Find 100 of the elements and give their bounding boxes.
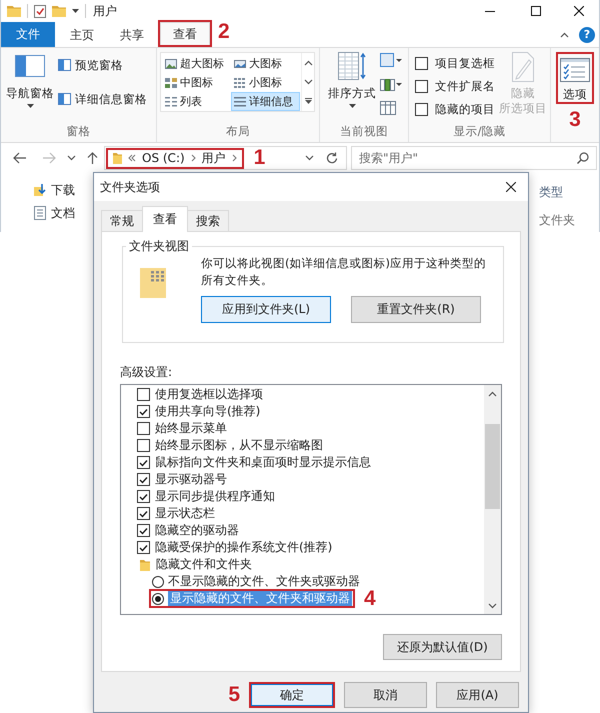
option-label[interactable]: 始终显示图标，从不显示缩略图 xyxy=(155,438,323,453)
up-chevron-icon[interactable] xyxy=(488,390,497,396)
dialog-tab[interactable]: 常规 xyxy=(101,210,143,232)
pane-icon xyxy=(15,55,45,77)
checkbox[interactable] xyxy=(415,56,428,70)
caret-icon[interactable] xyxy=(72,9,79,13)
layout-option[interactable]: 大图标 xyxy=(231,54,300,73)
double-chevron-icon[interactable] xyxy=(128,154,136,162)
caret-icon[interactable] xyxy=(348,104,356,108)
scrollbar[interactable] xyxy=(484,385,501,614)
callout-number: 3 xyxy=(569,110,581,130)
list-icon xyxy=(165,96,177,106)
up-chevron-icon[interactable] xyxy=(304,60,312,66)
left-arrow-icon[interactable] xyxy=(13,152,26,164)
option-label[interactable]: 鼠标指向文件夹和桌面项时显示提示信息 xyxy=(155,455,371,470)
group-by-icon[interactable] xyxy=(380,53,402,67)
dialog-tab[interactable]: 查看 xyxy=(142,206,188,232)
picture-icon xyxy=(234,58,246,68)
up-arrow-icon[interactable] xyxy=(87,152,98,164)
radio-button[interactable] xyxy=(152,576,164,588)
layout-option[interactable]: 详细信息 xyxy=(231,92,300,111)
checkbox[interactable] xyxy=(137,473,150,486)
column-header[interactable]: 类型 xyxy=(539,185,563,199)
options-button[interactable]: 选项 xyxy=(558,54,592,102)
checkbox[interactable] xyxy=(415,102,428,116)
down-chevron-icon[interactable] xyxy=(305,155,314,161)
caret-icon[interactable] xyxy=(26,104,34,108)
search-field[interactable]: 搜索"用户" xyxy=(351,146,597,170)
checklist-icon[interactable] xyxy=(34,4,46,18)
restore-defaults-button[interactable]: 还原为默认值(D) xyxy=(383,634,502,660)
checkbox[interactable] xyxy=(137,507,150,520)
more-icon[interactable] xyxy=(304,98,312,104)
breadcrumb-item[interactable]: OS (C:) xyxy=(142,151,185,165)
layout-option[interactable]: 小图标 xyxy=(231,73,300,92)
checkbox[interactable] xyxy=(137,541,150,554)
option-label[interactable]: 显示驱动器号 xyxy=(155,472,227,487)
help-button[interactable]: ? xyxy=(579,26,595,42)
checkbox[interactable] xyxy=(137,405,150,418)
option-label[interactable]: 隐藏受保护的操作系统文件(推荐) xyxy=(155,540,332,555)
navigation-pane-button[interactable]: 导航窗格 xyxy=(4,48,56,108)
scrollbar-thumb[interactable] xyxy=(485,424,500,509)
group-label: 隐藏文件和文件夹 xyxy=(156,557,252,572)
checkbox[interactable] xyxy=(137,388,150,401)
folder-icon xyxy=(113,152,122,164)
folder-view-button[interactable]: 重置文件夹(R) xyxy=(351,296,481,323)
close-icon[interactable] xyxy=(506,182,516,192)
option-label[interactable]: 显示同步提供程序通知 xyxy=(155,489,275,504)
page-pencil-icon xyxy=(512,52,534,82)
dialog-button[interactable]: 确定 xyxy=(251,684,333,706)
option-label[interactable]: 使用共享向导(推荐) xyxy=(155,404,260,419)
ribbon-tab[interactable]: 共享 xyxy=(109,22,155,47)
file-menu-button[interactable]: 文件 xyxy=(1,22,55,47)
checklist-window-icon xyxy=(560,58,590,82)
pane-button[interactable]: 预览窗格 xyxy=(56,56,149,74)
ribbon-tab[interactable]: 查看 xyxy=(160,22,210,45)
option-label[interactable]: 不显示隐藏的文件、文件夹或驱动器 xyxy=(168,574,360,589)
dialog-tab[interactable]: 搜索 xyxy=(187,210,229,232)
search-icon[interactable] xyxy=(577,152,589,164)
close-icon[interactable] xyxy=(574,6,584,16)
checkbox[interactable] xyxy=(137,422,150,435)
option-label[interactable]: 始终显示菜单 xyxy=(155,421,227,436)
down-chevron-icon[interactable] xyxy=(488,602,497,608)
dialog-button[interactable]: 取消 xyxy=(344,682,427,708)
folder-view-button[interactable]: 应用到文件夹(L) xyxy=(201,296,331,323)
layout-option[interactable]: 超大图标 xyxy=(162,54,231,73)
down-chevron-icon[interactable] xyxy=(304,78,312,85)
layout-option[interactable]: 列表 xyxy=(162,92,231,111)
refresh-icon[interactable] xyxy=(326,152,338,164)
checkbox[interactable] xyxy=(137,490,150,503)
ribbon-tab[interactable]: 主页 xyxy=(59,22,105,47)
sort-button[interactable]: 排序方式 xyxy=(326,48,378,108)
breadcrumb-item[interactable]: 用户 xyxy=(202,150,226,166)
nav-item[interactable]: 下载 xyxy=(34,182,93,198)
option-label[interactable]: 显示状态栏 xyxy=(155,506,215,521)
checkbox-label[interactable]: 项目复选框 xyxy=(435,56,495,70)
checkbox-label[interactable]: 隐藏的项目 xyxy=(435,102,495,116)
pane-icon xyxy=(58,59,71,71)
chevron-icon[interactable] xyxy=(190,154,196,162)
layout-option[interactable]: 中图标 xyxy=(162,73,231,92)
option-label[interactable]: 隐藏空的驱动器 xyxy=(155,523,239,538)
checkbox[interactable] xyxy=(137,524,150,537)
folder-icon xyxy=(140,558,150,570)
maximize-icon[interactable] xyxy=(531,6,541,16)
add-columns-icon[interactable] xyxy=(380,77,402,91)
picture-icon xyxy=(165,58,177,68)
callout-number: 5 xyxy=(228,685,240,705)
checkbox[interactable] xyxy=(415,80,428,92)
window-title: 用户 xyxy=(93,4,117,18)
checkbox-label[interactable]: 文件扩展名 xyxy=(435,78,495,94)
up-chevron-icon[interactable] xyxy=(560,32,569,38)
radio-button[interactable] xyxy=(152,592,164,604)
address-bar[interactable]: OS (C:) 用户 1 xyxy=(104,146,347,170)
chevron-icon[interactable] xyxy=(232,154,237,162)
dialog-button[interactable]: 应用(A) xyxy=(436,682,519,708)
down-chevron-icon[interactable] xyxy=(67,155,76,161)
checkbox[interactable] xyxy=(137,456,150,469)
pane-button[interactable]: 详细信息窗格 xyxy=(56,90,149,108)
nav-item[interactable]: 文档 xyxy=(34,205,93,221)
option-label[interactable]: 使用复选框以选择项 xyxy=(155,387,263,402)
checkbox[interactable] xyxy=(137,439,150,452)
